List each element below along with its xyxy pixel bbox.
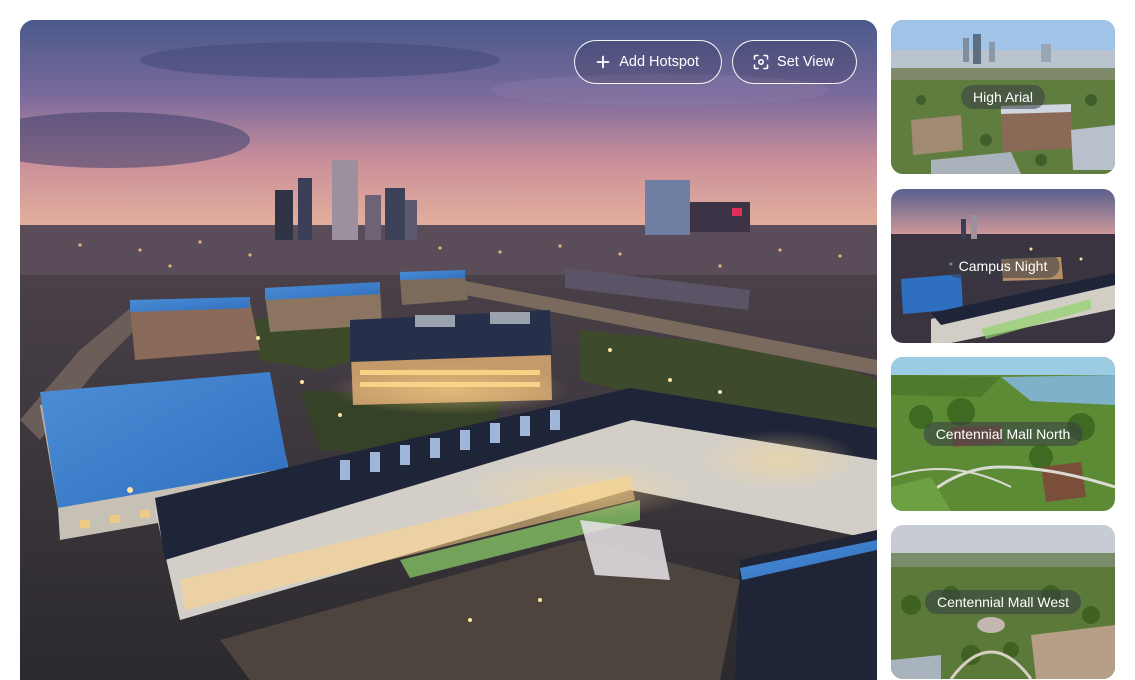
focus-frame-icon [753,54,769,70]
scene-thumbnail-centennial-mall-north[interactable]: Centennial Mall North [891,357,1115,511]
add-hotspot-button[interactable]: Add Hotspot [574,40,723,84]
scene-thumbnail-high-arial[interactable]: High Arial [891,20,1115,174]
scene-label: High Arial [961,85,1045,109]
scene-list: High Arial Campus Night Centennial Mall … [891,20,1115,680]
panorama-image[interactable] [20,20,877,680]
tour-editor: Add Hotspot Set View High Arial Campus N… [0,0,1135,680]
set-view-button[interactable]: Set View [732,40,857,84]
scene-label: Campus Night [946,254,1060,278]
scene-label: Centennial Mall West [924,590,1082,614]
set-view-label: Set View [777,54,834,70]
plus-icon [595,54,611,70]
add-hotspot-label: Add Hotspot [619,54,700,70]
viewer-toolbar: Add Hotspot Set View [574,40,857,84]
scene-label: Centennial Mall North [923,422,1083,446]
scene-thumbnail-centennial-mall-west[interactable]: Centennial Mall West [891,525,1115,679]
scene-thumbnail-campus-night[interactable]: Campus Night [891,189,1115,343]
panorama-viewer[interactable]: Add Hotspot Set View [20,20,877,680]
